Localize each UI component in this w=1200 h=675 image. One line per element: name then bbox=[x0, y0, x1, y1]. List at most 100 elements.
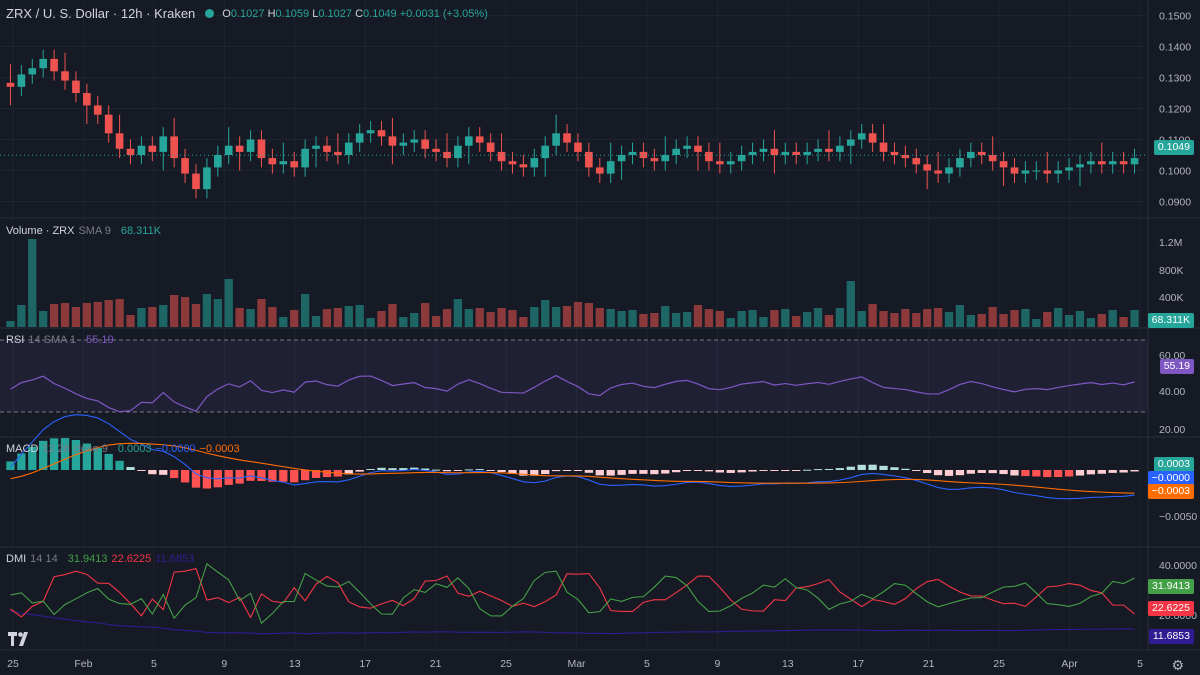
candle-body bbox=[399, 142, 408, 146]
candle-body bbox=[716, 161, 724, 165]
candle-body bbox=[1108, 161, 1117, 165]
volume-title[interactable]: Volume · ZRX bbox=[6, 225, 74, 237]
candle-body bbox=[857, 133, 866, 140]
candle-body bbox=[410, 139, 419, 143]
candle-body bbox=[246, 139, 255, 152]
volume-bar bbox=[933, 308, 943, 327]
rsi-band bbox=[0, 340, 1148, 412]
macd-histogram-bar bbox=[388, 468, 397, 470]
volume-bar bbox=[1075, 311, 1085, 327]
candle-body bbox=[803, 151, 811, 155]
macd-histogram-bar bbox=[977, 470, 986, 473]
macd-histogram-bar bbox=[17, 453, 26, 470]
macd-histogram-bar bbox=[737, 470, 746, 473]
macd-histogram-bar bbox=[617, 470, 626, 475]
candle-body bbox=[508, 161, 517, 165]
macd-title[interactable]: MACD bbox=[6, 443, 38, 455]
volume-bar bbox=[497, 308, 506, 327]
volume-bar bbox=[901, 309, 910, 327]
macd-histogram-bar bbox=[759, 470, 768, 471]
time-axis-label: 21 bbox=[430, 658, 442, 670]
candle-body bbox=[17, 74, 26, 87]
symbol-title[interactable]: ZRX / U. S. Dollar · 12h · Kraken bbox=[6, 6, 195, 21]
macd-histogram-bar bbox=[137, 470, 146, 471]
candle-body bbox=[628, 151, 637, 155]
volume-bar bbox=[682, 312, 692, 327]
macd-histogram-bar bbox=[257, 470, 266, 481]
rsi-badge: 55.19 bbox=[1159, 359, 1194, 374]
macd-histogram-bar bbox=[1054, 470, 1063, 478]
volume-bar bbox=[333, 308, 343, 327]
gear-icon[interactable]: ⚙ bbox=[1171, 657, 1184, 674]
candle-body bbox=[748, 151, 757, 155]
candle-body bbox=[344, 142, 353, 155]
dmi-adx-badge: 11.6853 bbox=[1148, 629, 1194, 644]
candle-body bbox=[1043, 170, 1052, 174]
candle-body bbox=[203, 167, 211, 190]
macd-histogram-bar bbox=[115, 460, 124, 470]
macd-histogram-bar bbox=[748, 470, 757, 472]
macd-histogram-bar bbox=[1075, 470, 1085, 476]
tradingview-logo-icon[interactable] bbox=[6, 627, 32, 651]
volume-bar bbox=[311, 316, 321, 327]
volume-bar bbox=[17, 305, 26, 327]
volume-bar bbox=[115, 299, 124, 327]
volume-badge: 68.311K bbox=[1147, 313, 1194, 328]
volume-bar bbox=[224, 279, 233, 327]
dmi-minus-badge: 22.6225 bbox=[1148, 601, 1194, 616]
macd-histogram-bar bbox=[682, 470, 692, 471]
candle-body bbox=[465, 136, 473, 146]
macd-histogram-bar bbox=[290, 470, 299, 483]
candle-body bbox=[93, 105, 102, 115]
dmi-legend: DMI 14 14 31.9413 22.6225 11.6853 bbox=[6, 553, 194, 565]
price-axis-tick: 0.1400 bbox=[1159, 42, 1191, 54]
volume-bar bbox=[279, 317, 288, 327]
candle-body bbox=[868, 133, 877, 143]
candle-body bbox=[530, 158, 539, 168]
macd-histogram-bar bbox=[595, 470, 604, 476]
candle-body bbox=[617, 155, 626, 162]
macd-histogram-bar bbox=[180, 470, 190, 483]
macd-histogram-bar bbox=[1064, 470, 1074, 477]
candle-body bbox=[334, 151, 342, 155]
volume-bar bbox=[912, 313, 921, 327]
volume-bar bbox=[453, 299, 463, 327]
volume-axis-tick: 1.2M bbox=[1159, 237, 1182, 249]
volume-bar bbox=[246, 309, 255, 327]
macd-histogram-bar bbox=[901, 468, 910, 470]
candle-body bbox=[301, 148, 309, 168]
volume-bar bbox=[519, 317, 528, 327]
volume-bar bbox=[1119, 317, 1128, 327]
volume-bar bbox=[824, 315, 834, 327]
chart-canvas[interactable]: 25 Feb 5 9 13 17 21 25 Mar 5 9 13 17 21 25 Apr 5 0.1500 0.… bbox=[0, 0, 1200, 675]
candle-body bbox=[705, 151, 713, 162]
macd-histogram-bar bbox=[857, 464, 866, 470]
rsi-title[interactable]: RSI bbox=[6, 334, 24, 346]
volume-bar bbox=[421, 303, 430, 327]
macd-histogram-bar bbox=[988, 470, 997, 474]
candle-body bbox=[28, 68, 37, 75]
macd-histogram-bar bbox=[650, 470, 659, 475]
candle-body bbox=[814, 148, 822, 152]
candle-body bbox=[104, 114, 113, 134]
dmi-minus-line bbox=[10, 567, 1135, 619]
dmi-title[interactable]: DMI bbox=[6, 553, 26, 565]
price-axis-tick: 0.0900 bbox=[1159, 197, 1191, 209]
volume-bar bbox=[846, 281, 855, 327]
volume-bar bbox=[300, 294, 310, 327]
candle-body bbox=[39, 58, 48, 69]
candle-body bbox=[956, 158, 964, 168]
candle-body bbox=[50, 58, 58, 72]
volume-bar bbox=[573, 302, 583, 327]
candle-body bbox=[846, 139, 855, 146]
volume-bar bbox=[955, 305, 965, 327]
volume-bar bbox=[672, 313, 681, 327]
volume-bar bbox=[1097, 314, 1106, 327]
macd-histogram-bar bbox=[813, 469, 823, 471]
volume-bar bbox=[290, 310, 299, 327]
last-price-badge: 0.1049 bbox=[1153, 140, 1194, 155]
time-axis-label: 25 bbox=[500, 658, 512, 670]
dmi-adx-line bbox=[10, 610, 1135, 635]
macd-histogram-bar bbox=[1021, 470, 1030, 477]
volume-bar bbox=[431, 316, 441, 327]
